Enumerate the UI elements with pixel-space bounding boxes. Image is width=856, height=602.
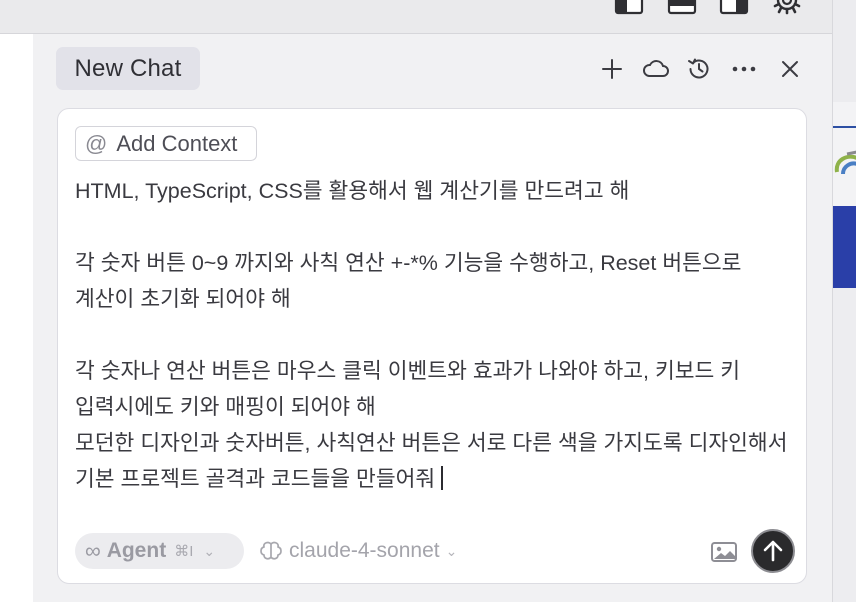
- model-label: claude-4-sonnet: [289, 539, 440, 562]
- arrow-up-icon: [763, 540, 783, 562]
- adjacent-app-logo-icon: [834, 150, 856, 175]
- agent-mode-selector[interactable]: ∞ Agent ⌘I ⌄: [75, 533, 244, 569]
- adjacent-window-top: [833, 0, 856, 102]
- adjacent-window-strip: [832, 0, 856, 602]
- close-icon: [782, 61, 798, 77]
- adjacent-window-blue-block: [833, 206, 856, 288]
- chat-composer[interactable]: @ Add Context HTML, TypeScript, CSS를 활용해…: [57, 108, 807, 584]
- message-input[interactable]: HTML, TypeScript, CSS를 활용해서 웹 계산기를 만드려고 …: [75, 173, 791, 497]
- brain-icon: [260, 541, 282, 560]
- settings-gear-icon[interactable]: [770, 0, 804, 18]
- toggle-primary-sidebar-icon[interactable]: [614, 0, 644, 16]
- toggle-secondary-sidebar-icon[interactable]: [719, 0, 749, 16]
- infinity-icon: ∞: [85, 538, 101, 563]
- cloud-icon: [643, 60, 669, 77]
- more-options-button[interactable]: [729, 54, 759, 84]
- adjacent-window-accent-line: [833, 126, 856, 128]
- add-context-label: Add Context: [116, 130, 238, 156]
- chat-panel: New Chat @ Add Context HTML, TypeScript,…: [33, 34, 832, 602]
- chat-tab-title[interactable]: New Chat: [56, 47, 200, 90]
- agent-mode-label: Agent: [106, 539, 167, 562]
- image-upload-icon[interactable]: [710, 539, 738, 565]
- new-chat-button[interactable]: [597, 54, 627, 84]
- add-context-button[interactable]: @ Add Context: [75, 126, 257, 161]
- history-button[interactable]: [684, 54, 714, 84]
- adjacent-window-body: [833, 288, 856, 602]
- chevron-down-icon: ⌄: [203, 542, 216, 559]
- model-selector[interactable]: claude-4-sonnet ⌄: [259, 533, 457, 569]
- close-panel-button[interactable]: [775, 54, 805, 84]
- agent-mode-shortcut: ⌘I: [174, 543, 194, 560]
- chevron-down-icon: ⌄: [445, 542, 458, 559]
- editor-background: [0, 34, 33, 602]
- more-icon: [732, 66, 756, 72]
- history-icon: [688, 58, 709, 79]
- send-button[interactable]: [751, 529, 795, 573]
- plus-icon: [602, 59, 622, 79]
- cloud-button[interactable]: [641, 54, 671, 84]
- toggle-panel-icon[interactable]: [667, 0, 697, 16]
- at-icon: @: [85, 130, 108, 156]
- message-text: HTML, TypeScript, CSS를 활용해서 웹 계산기를 만드려고 …: [75, 179, 788, 491]
- text-caret: [441, 466, 444, 490]
- window-topbar: [0, 0, 832, 34]
